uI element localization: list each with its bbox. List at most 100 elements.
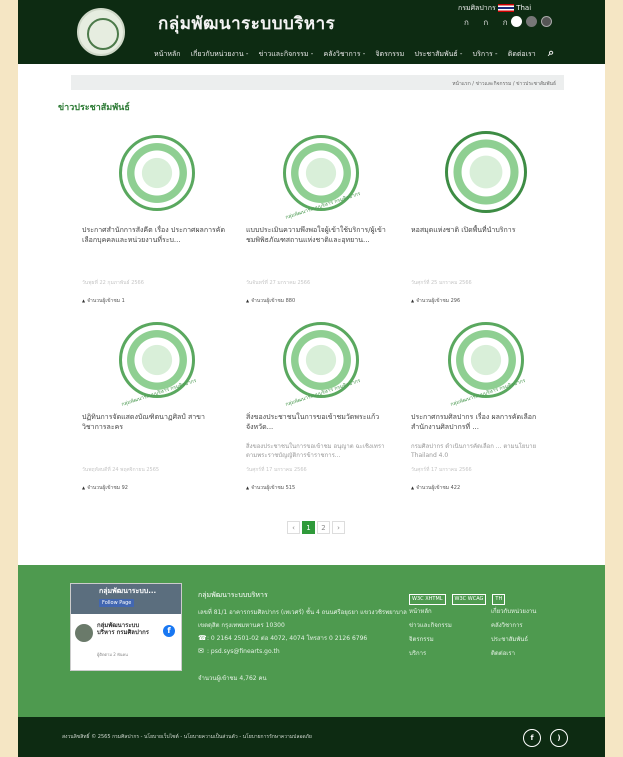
footer-org-name: กลุ่มพัฒนาระบบบริหาร <box>198 591 268 599</box>
card-date: วันศุกร์ที่ 17 มกราคม 2566 <box>411 467 472 473</box>
card-image[interactable]: กลุ่มพัฒนาระบบบริหาร กรมศิลปากร <box>82 312 232 408</box>
page-frame: กลุ่มพัฒนาระบบบริหาร กรมศิลปากร Thai ก ก… <box>18 0 605 757</box>
card-excerpt <box>411 255 561 273</box>
seal-logo <box>445 131 527 213</box>
footer-email-row: ✉: psd.sys@finearts.go.th <box>198 645 408 658</box>
nav-home[interactable]: หน้าหลัก <box>154 50 180 58</box>
card-title[interactable]: ประกาศกรมศิลปากร เรื่อง ผลการคัดเลือก สำ… <box>411 412 561 442</box>
footer-link[interactable]: จิตรกรรม <box>409 633 491 647</box>
pager-page-2[interactable]: 2 <box>317 521 330 534</box>
card-title[interactable]: ปฏิทินการจัดแสดงบัณฑิตนาฏศิลป์ สาขาวิชาก… <box>82 412 232 442</box>
news-card[interactable]: กลุ่มพัฒนาระบบบริหาร กรมศิลปากร แบบประเม… <box>246 125 396 309</box>
contrast-normal-icon[interactable] <box>511 16 522 27</box>
facebook-widget[interactable]: กลุ่มพัฒนาระบบ... Follow Page กลุ่มพัฒนา… <box>70 583 182 671</box>
fb-likes: ผู้ติดตาม 2 พันคน <box>97 652 128 657</box>
copyright-bar: สงวนลิขสิทธิ์ © 2565 กรมศิลปากร - นโยบาย… <box>18 717 605 757</box>
card-views: จำนวนผู้เข้าชม 1 <box>82 297 232 305</box>
card-title[interactable]: สิ่งของประชาชนในการขอเข้าชมวัดพระแก้ว จั… <box>246 412 396 442</box>
site-logo[interactable] <box>77 8 125 56</box>
pager-page-1[interactable]: 1 <box>302 521 315 534</box>
fb-cover: กลุ่มพัฒนาระบบ... Follow Page <box>71 584 181 614</box>
footer-link[interactable]: เกี่ยวกับหน่วยงาน <box>491 605 573 619</box>
card-date: วันจันทร์ที่ 27 มกราคม 2566 <box>246 280 311 286</box>
card-title[interactable]: แบบประเมินความพึงพอใจผู้เข้าใช้บริการ/ผู… <box>246 225 396 255</box>
footer-link[interactable]: หน้าหลัก <box>409 605 491 619</box>
w3c-wcag-badge[interactable]: W3C WCAG <box>451 594 487 605</box>
news-card[interactable]: หอสมุดแห่งชาติ เปิดพื้นที่นำบริการ วันศุ… <box>411 125 561 309</box>
card-image[interactable] <box>411 125 561 215</box>
thai-flag-icon[interactable] <box>497 4 514 12</box>
contrast-gray-icon[interactable] <box>526 16 537 27</box>
nav-library[interactable]: คลังวิชาการ - <box>324 50 366 58</box>
nav-paintings[interactable]: จิตรกรรม <box>375 50 404 58</box>
seal-logo: กลุ่มพัฒนาระบบบริหาร กรมศิลปากร <box>283 135 361 221</box>
footer-contact: กลุ่มพัฒนาระบบบริหาร เลขที่ 81/1 อาคารกร… <box>198 589 408 685</box>
card-image[interactable] <box>82 125 232 215</box>
contrast-dark-icon[interactable] <box>541 16 552 27</box>
card-views: จำนวนผู้เข้าชม 296 <box>411 297 561 305</box>
news-card[interactable]: กลุ่มพัฒนาระบบบริหาร กรมศิลปากร ปฏิทินกา… <box>82 312 232 496</box>
facebook-icon[interactable]: f <box>163 625 175 637</box>
phone-icon: ☎ <box>198 634 207 642</box>
seal-logo <box>119 135 195 211</box>
card-excerpt: กรมศิลปากร ดำเนินการคัดเลือก ... ตามนโยบ… <box>411 443 537 459</box>
page-title: ข่าวประชาสัมพันธ์ <box>58 103 130 113</box>
card-views: จำนวนผู้เข้าชม 92 <box>82 484 232 492</box>
footer-link[interactable]: ติดต่อเรา <box>491 647 573 661</box>
footer-link[interactable]: ประชาสัมพันธ์ <box>491 633 573 647</box>
fb-page-name[interactable]: กลุ่มพัฒนาระบบ... <box>99 586 156 597</box>
seal-logo: กลุ่มพัฒนาระบบบริหาร กรมศิลปากร <box>119 322 197 408</box>
visitor-count: จำนวนผู้เข้าชม 4,762 คน <box>198 675 267 682</box>
footer-links: หน้าหลัก ข่าวและกิจกรรม จิตรกรรม บริการ … <box>409 605 573 661</box>
footer-address: เลขที่ 81/1 อาคารกรมศิลปากร (เทเวศร์) ชั… <box>198 609 407 629</box>
news-card[interactable]: กลุ่มพัฒนาระบบบริหาร กรมศิลปากร สิ่งของป… <box>246 312 396 496</box>
topright-bar: กรมศิลปากร Thai <box>458 3 531 14</box>
card-date: วันศุกร์ที่ 25 มกราคม 2566 <box>411 280 472 286</box>
card-date: วันศุกร์ที่ 17 มกราคม 2566 <box>246 467 307 473</box>
card-image[interactable]: กลุ่มพัฒนาระบบบริหาร กรมศิลปากร <box>246 312 396 408</box>
card-views: จำนวนผู้เข้าชม 880 <box>246 297 396 305</box>
fb-follow-button[interactable]: Follow Page <box>99 599 135 607</box>
nav-pr[interactable]: ประชาสัมพันธ์ - <box>414 50 462 58</box>
facebook-icon[interactable]: f <box>523 729 541 747</box>
card-image[interactable]: กลุ่มพัฒนาระบบบริหาร กรมศิลปากร <box>411 312 561 408</box>
compliance-badges: W3C XHTML W3C WCAG TH <box>409 585 511 605</box>
seal-caption: กลุ่มพัฒนาระบบบริหาร กรมศิลปากร <box>284 191 362 221</box>
main-nav: หน้าหลัก เกี่ยวกับหน่วยงาน - ข่าวและกิจก… <box>154 46 562 60</box>
language-label[interactable]: Thai <box>516 4 531 12</box>
seal-logo: กลุ่มพัฒนาระบบบริหาร กรมศิลปากร <box>283 322 361 408</box>
pager-prev[interactable]: ‹ <box>287 521 300 534</box>
search-icon[interactable]: ⌕ <box>548 46 554 59</box>
card-image[interactable]: กลุ่มพัฒนาระบบบริหาร กรมศิลปากร <box>246 125 396 221</box>
footer-email[interactable]: : psd.sys@finearts.go.th <box>207 648 280 655</box>
breadcrumb[interactable]: หน้าแรก / ข่าวและกิจกรรม / ข่าวประชาสัมพ… <box>71 75 564 90</box>
news-card[interactable]: ประกาศสำนักการสังคีต เรื่อง ประกาศผลการค… <box>82 125 232 309</box>
nav-about[interactable]: เกี่ยวกับหน่วยงาน - <box>191 50 249 58</box>
nav-news[interactable]: ข่าวและกิจกรรม - <box>259 50 314 58</box>
footer-link[interactable]: คลังวิชาการ <box>491 619 573 633</box>
site-title[interactable]: กลุ่มพัฒนาระบบบริหาร <box>158 10 335 37</box>
card-views: จำนวนผู้เข้าชม 422 <box>411 484 561 492</box>
department-label[interactable]: กรมศิลปากร <box>458 4 496 12</box>
card-date: วันพุธที่ 22 กุมภาพันธ์ 2566 <box>82 280 144 286</box>
news-card[interactable]: กลุ่มพัฒนาระบบบริหาร กรมศิลปากร ประกาศกร… <box>411 312 561 496</box>
w3c-xhtml-badge[interactable]: W3C XHTML <box>409 594 446 605</box>
card-title[interactable]: ประกาศสำนักการสังคีต เรื่อง ประกาศผลการค… <box>82 225 232 255</box>
footer-link[interactable]: ข่าวและกิจกรรม <box>409 619 491 633</box>
site-header: กลุ่มพัฒนาระบบบริหาร กรมศิลปากร Thai ก ก… <box>18 0 605 64</box>
card-title[interactable]: หอสมุดแห่งชาติ เปิดพื้นที่นำบริการ <box>411 225 561 255</box>
copyright-text: สงวนลิขสิทธิ์ © 2565 กรมศิลปากร - นโยบาย… <box>62 734 312 740</box>
pager-next[interactable]: › <box>332 521 345 534</box>
nav-contact[interactable]: ติดต่อเรา <box>508 50 536 58</box>
footer-link[interactable]: บริการ <box>409 647 491 661</box>
card-excerpt <box>82 255 232 273</box>
font-size-controls[interactable]: ก ก ก <box>464 16 514 29</box>
rss-icon[interactable]: ) <box>550 729 568 747</box>
seal-caption: กลุ่มพัฒนาระบบบริหาร กรมศิลปากร <box>120 378 198 408</box>
th-badge[interactable]: TH <box>492 594 506 605</box>
footer-links-right: เกี่ยวกับหน่วยงาน คลังวิชาการ ประชาสัมพั… <box>491 605 573 661</box>
pagination: ‹ 1 2 › <box>287 515 347 534</box>
fb-profile-name[interactable]: กลุ่มพัฒนาระบบบริหาร กรมศิลปากร <box>97 622 151 636</box>
nav-services[interactable]: บริการ - <box>473 50 498 58</box>
card-excerpt: สิ่งของประชาชนในการขอเข้าชม อนุญาต ฉะเชิ… <box>246 443 385 459</box>
